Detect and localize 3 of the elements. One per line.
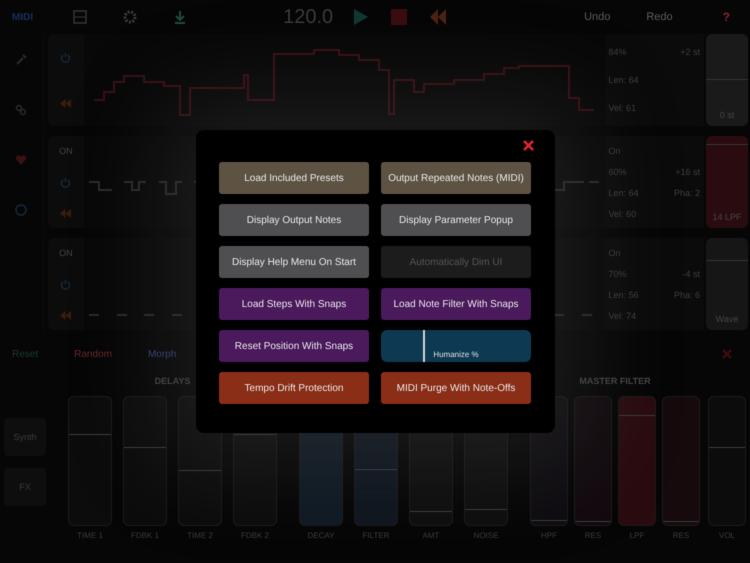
slider-label: Humanize % — [433, 350, 479, 361]
fader-value: 14 LPF — [712, 212, 742, 224]
group-title: MASTER FILTER — [579, 376, 651, 386]
